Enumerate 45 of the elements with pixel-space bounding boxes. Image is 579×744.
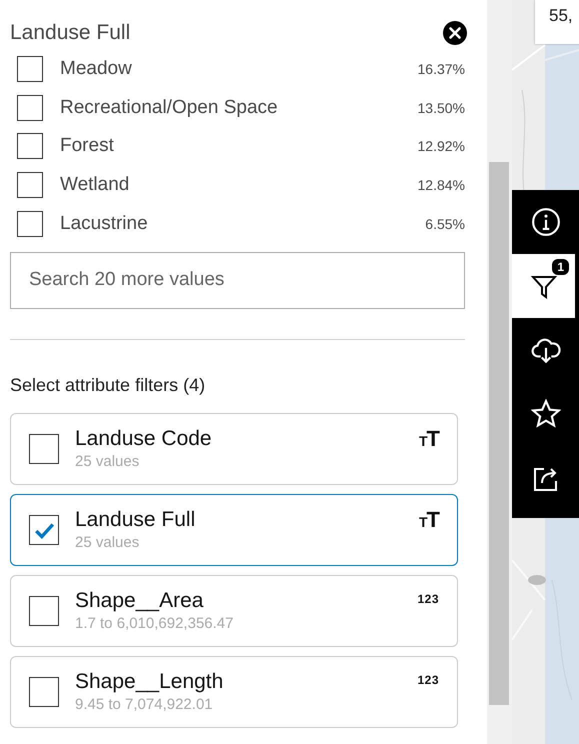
checkbox[interactable]	[29, 596, 59, 626]
field-type-icon: 123	[417, 672, 439, 687]
value-percent: 12.84%	[418, 177, 465, 194]
attribute-name: Shape__Area	[75, 588, 204, 614]
panel-title: Landuse Full	[10, 21, 130, 45]
value-percent: 16.37%	[418, 61, 465, 78]
checkbox[interactable]	[17, 133, 43, 160]
checkbox[interactable]	[29, 676, 59, 707]
attribute-name: Landuse Code	[75, 426, 213, 452]
checkbox[interactable]	[29, 434, 59, 464]
checkbox[interactable]	[29, 514, 59, 545]
search-field[interactable]: Search 20 more values	[10, 252, 465, 309]
field-type-icon: TT	[418, 426, 439, 452]
checkbox[interactable]	[17, 172, 43, 198]
star-icon	[530, 399, 560, 429]
value-label: Wetland	[60, 174, 130, 196]
attribute-card[interactable]: Landuse Code 25 values TT	[10, 412, 458, 485]
value-label: Forest	[60, 135, 115, 158]
section-heading: Select attribute filters (4)	[10, 374, 206, 396]
count-badge: 1	[552, 259, 569, 275]
checkbox[interactable]	[17, 56, 43, 82]
filter-button[interactable]: 1	[512, 254, 575, 318]
close-icon[interactable]	[443, 21, 467, 45]
value-label: Recreational/Open Space	[60, 96, 279, 119]
field-type-icon: 123	[417, 592, 439, 606]
value-percent: 12.92%	[418, 138, 465, 154]
map-readout: 55,	[535, 0, 579, 44]
field-type-icon: TT	[418, 506, 439, 533]
attribute-detail: 1.7 to 6,010,692,356.47	[75, 614, 234, 634]
attribute-card[interactable]: Shape__Area 1.7 to 6,010,692,356.47 123	[10, 574, 458, 647]
checkbox[interactable]	[17, 210, 43, 237]
info-icon	[530, 207, 560, 237]
attribute-card[interactable]: Shape__Length 9.45 to 7,074,922.01 123	[10, 656, 458, 728]
value-percent: 13.50%	[418, 100, 465, 116]
value-percent: 6.55%	[425, 216, 465, 232]
attribute-name: Landuse Full	[75, 506, 196, 533]
attribute-card[interactable]: Landuse Full 25 values TT	[10, 494, 458, 566]
checkbox[interactable]	[17, 94, 43, 121]
attribute-detail: 25 values	[75, 452, 140, 472]
attribute-detail: 25 values	[75, 532, 140, 553]
attribute-name: Shape__Length	[75, 668, 224, 695]
scrollbar-thumb[interactable]	[489, 162, 509, 705]
value-label: Meadow	[60, 58, 133, 80]
value-label: Lacustrine	[60, 212, 149, 235]
attribute-detail: 9.45 to 7,074,922.01	[75, 694, 214, 715]
